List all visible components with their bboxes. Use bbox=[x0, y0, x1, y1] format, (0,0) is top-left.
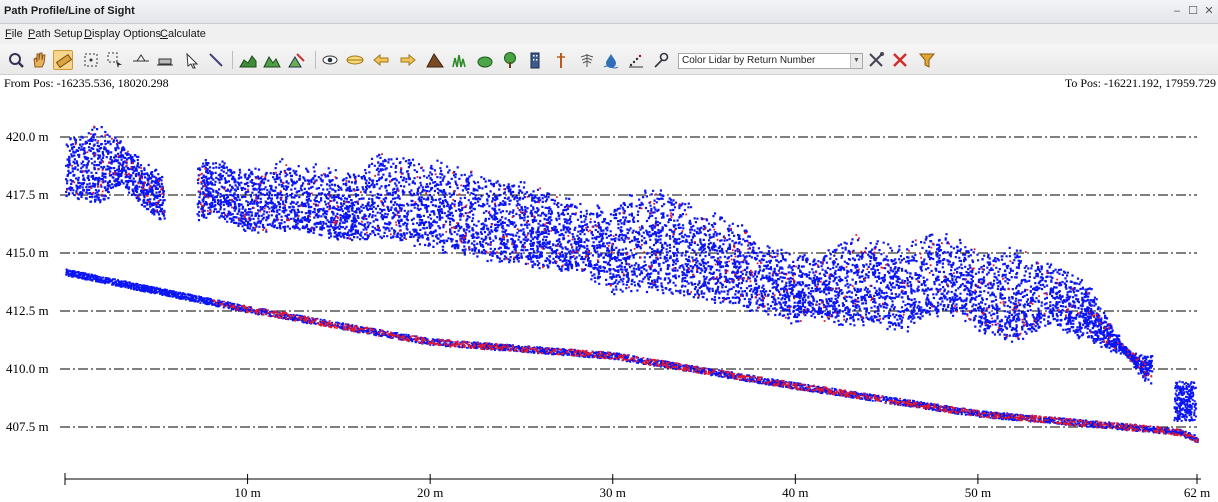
select-region-icon bbox=[107, 52, 122, 68]
pan-hand-icon bbox=[33, 52, 46, 68]
ground-points-first-return bbox=[65, 268, 1200, 443]
window-titlebar: Path Profile/Line of Sight – ☐ ✕ bbox=[0, 0, 1218, 24]
swap-left-icon bbox=[373, 53, 389, 67]
x-tick-label: 50 m bbox=[965, 485, 991, 500]
swap-left-button[interactable] bbox=[371, 50, 391, 70]
chevron-down-icon[interactable]: ▼ bbox=[850, 54, 862, 68]
line-tool-button[interactable] bbox=[206, 50, 226, 70]
pointer-icon bbox=[186, 52, 199, 69]
y-tick-label: 417.5 m bbox=[6, 187, 49, 202]
key-icon bbox=[654, 52, 669, 68]
terrain-chart-button[interactable] bbox=[238, 50, 258, 70]
terrain-mountains-button[interactable] bbox=[262, 50, 282, 70]
measure-ruler-icon bbox=[55, 53, 73, 69]
clear-x-icon bbox=[893, 53, 907, 67]
menu-bar: File Path Setup Display Options Calculat… bbox=[0, 24, 1218, 44]
menu-calculate[interactable]: Calculate bbox=[160, 28, 206, 40]
filter-funnel-button[interactable] bbox=[917, 50, 937, 70]
x-tick-label: 40 m bbox=[782, 485, 808, 500]
maximize-button[interactable]: ☐ bbox=[1186, 3, 1200, 19]
select-points-button[interactable] bbox=[81, 50, 101, 70]
menu-path-setup[interactable]: Path Setup bbox=[28, 28, 82, 40]
tower-icon bbox=[557, 53, 565, 68]
swap-right-icon bbox=[400, 53, 416, 67]
grass-button[interactable] bbox=[449, 50, 469, 70]
antenna-button[interactable] bbox=[577, 50, 597, 70]
water-drop-icon bbox=[603, 54, 619, 69]
toolbar: Color Lidar by Return Number ▼ bbox=[0, 44, 1218, 75]
route-edit-icon bbox=[288, 53, 305, 68]
horizon-button[interactable] bbox=[131, 50, 151, 70]
settings-tools-button[interactable] bbox=[866, 50, 886, 70]
y-tick-label: 407.5 m bbox=[6, 419, 49, 434]
y-tick-label: 410.0 m bbox=[6, 361, 49, 376]
flatten-button[interactable] bbox=[155, 50, 175, 70]
eye-view-button[interactable] bbox=[320, 50, 340, 70]
settings-tools-icon bbox=[869, 52, 884, 67]
menu-display-options[interactable]: Display Options bbox=[84, 28, 161, 40]
profile-plot[interactable]: 407.5 m 410.0 m 412.5 m 415.0 m 417.5 m 420.0… bbox=[0, 93, 1218, 502]
menu-file[interactable]: File bbox=[5, 28, 23, 40]
toolbar-separator bbox=[315, 51, 316, 69]
x-tick-label: 10 m bbox=[234, 485, 260, 500]
building-button[interactable] bbox=[525, 50, 545, 70]
minimize-button[interactable]: – bbox=[1170, 3, 1184, 19]
end-cluster-points bbox=[1173, 380, 1198, 422]
color-mode-value: Color Lidar by Return Number bbox=[682, 55, 816, 66]
tree-icon bbox=[504, 52, 516, 68]
x-tick-label: 20 m bbox=[417, 485, 443, 500]
bush-icon bbox=[477, 56, 493, 68]
y-tick-label: 412.5 m bbox=[6, 303, 49, 318]
line-tool-icon bbox=[209, 53, 223, 67]
mountain-button[interactable] bbox=[425, 50, 445, 70]
select-points-icon bbox=[84, 53, 98, 67]
from-position: From Pos: -16235.536, 18020.298 bbox=[4, 76, 169, 90]
eye-view-icon bbox=[322, 55, 338, 65]
terrain-mountains-icon bbox=[263, 56, 281, 68]
canopy-points-first-return bbox=[65, 126, 1154, 385]
dotted-line-icon bbox=[629, 54, 643, 68]
select-region-button[interactable] bbox=[105, 50, 125, 70]
flatten-icon bbox=[157, 58, 173, 66]
x-tick-label: 30 m bbox=[600, 485, 626, 500]
zoom-button[interactable] bbox=[6, 50, 26, 70]
to-position: To Pos: -16221.192, 17959.729 bbox=[1064, 76, 1216, 90]
dotted-line-button[interactable] bbox=[626, 50, 646, 70]
y-tick-label: 415.0 m bbox=[6, 245, 49, 260]
bush-button[interactable] bbox=[475, 50, 495, 70]
fresnel-button[interactable] bbox=[345, 50, 365, 70]
close-button[interactable]: ✕ bbox=[1202, 3, 1216, 19]
color-mode-select[interactable]: Color Lidar by Return Number ▼ bbox=[678, 53, 863, 69]
profile-chart[interactable]: 407.5 m 410.0 m 412.5 m 415.0 m 417.5 m 420.0… bbox=[0, 93, 1218, 502]
filter-funnel-icon bbox=[918, 53, 936, 68]
y-tick-label: 420.0 m bbox=[6, 129, 49, 144]
measure-ruler-button[interactable] bbox=[53, 50, 73, 70]
tree-button[interactable] bbox=[500, 50, 520, 70]
building-icon bbox=[530, 52, 540, 69]
position-bar: From Pos: -16235.536, 18020.298 To Pos: … bbox=[0, 75, 1218, 93]
swap-right-button[interactable] bbox=[398, 50, 418, 70]
tower-button[interactable] bbox=[551, 50, 571, 70]
clear-x-button[interactable] bbox=[890, 50, 910, 70]
window-title: Path Profile/Line of Sight bbox=[4, 5, 135, 17]
route-edit-button[interactable] bbox=[287, 50, 307, 70]
toolbar-separator bbox=[232, 51, 233, 69]
water-drop-button[interactable] bbox=[601, 50, 621, 70]
fresnel-icon bbox=[346, 55, 364, 65]
pan-hand-button[interactable] bbox=[29, 50, 49, 70]
x-tick-label: 62 m bbox=[1184, 485, 1210, 500]
pointer-button[interactable] bbox=[182, 50, 202, 70]
zoom-icon bbox=[9, 53, 24, 68]
horizon-icon bbox=[133, 54, 149, 62]
mountain-icon bbox=[426, 53, 444, 68]
antenna-icon bbox=[580, 54, 594, 67]
terrain-chart-icon bbox=[239, 55, 257, 68]
grass-icon bbox=[452, 54, 466, 68]
key-button[interactable] bbox=[651, 50, 671, 70]
